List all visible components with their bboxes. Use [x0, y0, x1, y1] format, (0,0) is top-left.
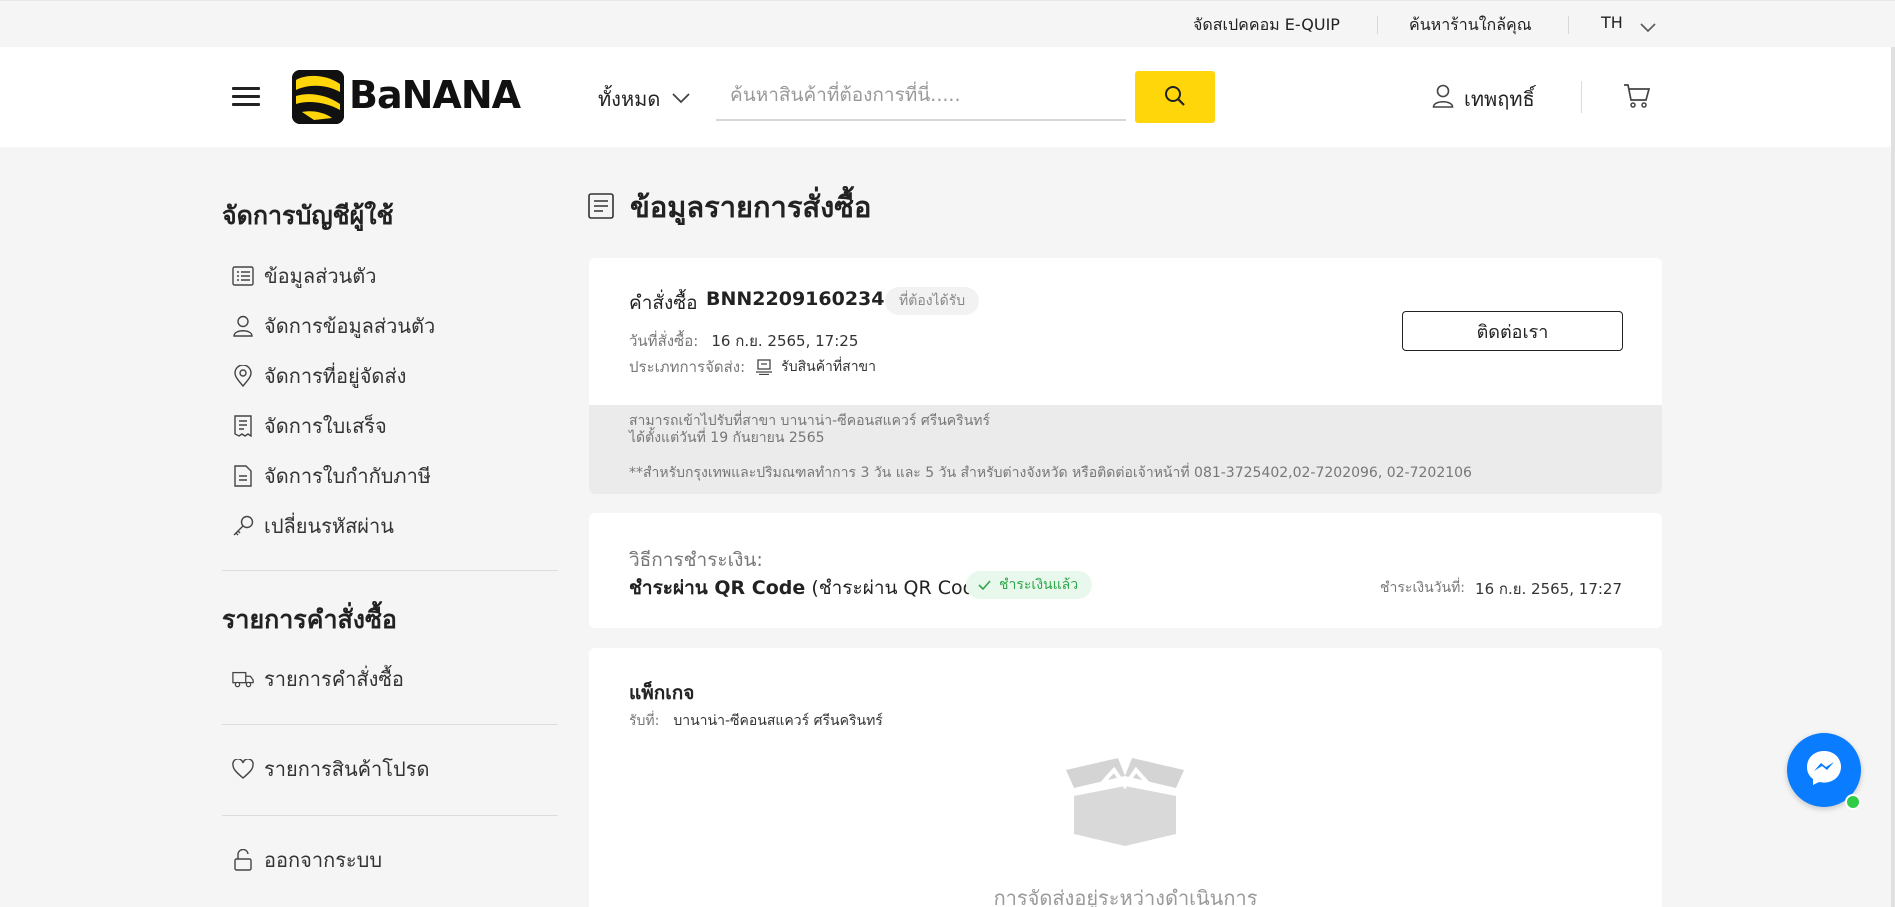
sidebar-item-orders[interactable]: รายการคำสั่งซื้อ: [232, 664, 404, 694]
paid-date-value: 16 ก.ย. 2565, 17:27: [1475, 580, 1622, 598]
key-icon: [232, 515, 254, 537]
messenger-icon: [1804, 748, 1844, 792]
payment-status-badge: ชำระเงินแล้ว: [966, 571, 1093, 599]
sidebar-item-tax-invoice[interactable]: จัดการใบกำกับภาษี: [232, 461, 431, 491]
delivery-status-text: การจัดส่งอยู่ระหว่างดำเนินการ: [993, 886, 1258, 907]
search-input[interactable]: [716, 71, 1126, 121]
logo-wordmark[interactable]: BaNANA: [349, 73, 521, 117]
list-icon: [232, 265, 254, 287]
package-card: แพ็กเกจ รับที่: บานาน่า-ซีคอนสแควร์ ศรีน…: [589, 648, 1662, 907]
sidebar-item-receipts[interactable]: จัดการใบเสร็จ: [232, 411, 387, 441]
sidebar-item-profile[interactable]: ข้อมูลส่วนตัว: [232, 261, 376, 291]
unlock-icon: [232, 849, 254, 871]
notice-line: ได้ตั้งแต่วันที่ 19 กันยายน 2565: [629, 430, 825, 446]
sidebar-item-shipping-address[interactable]: จัดการที่อยู่จัดส่ง: [232, 361, 406, 391]
shipping-type-label: ประเภทการจัดส่ง:: [629, 358, 746, 376]
pickup-label: รับที่:: [629, 713, 660, 729]
delivery-truck-icon: [232, 668, 254, 690]
location-pin-icon: [232, 365, 254, 387]
pickup-notice: สามารถเข้าไปรับที่สาขา บานาน่า-ซีคอนสแคว…: [589, 405, 1662, 494]
search-button[interactable]: [1135, 71, 1215, 123]
equip-link[interactable]: จัดสเปคคอม E-QUIP: [1193, 13, 1340, 38]
find-store-link[interactable]: ค้นหาร้านใกล้คุณ: [1409, 13, 1532, 38]
order-number: BNN2209160234: [706, 288, 885, 310]
divider: [222, 724, 558, 725]
sidebar-item-label: ออกจากระบบ: [264, 848, 383, 872]
paid-date-row: ชำระเงินวันที่: 16 ก.ย. 2565, 17:27: [1380, 577, 1622, 601]
language-selector[interactable]: TH: [1601, 13, 1623, 32]
page-title: ข้อมูลรายการสั่งซื้อ: [630, 190, 872, 224]
account-section-title: จัดการบัญชีผู้ใช้: [222, 201, 394, 230]
chevron-down-icon[interactable]: [1640, 18, 1656, 37]
order-date-label: วันที่สั่งซื้อ:: [629, 332, 699, 350]
chevron-down-icon[interactable]: [672, 89, 690, 108]
divider: [222, 570, 558, 571]
user-icon[interactable]: [1432, 84, 1454, 112]
sidebar-item-wishlist[interactable]: รายการสินค้าโปรด: [232, 754, 429, 784]
open-box-icon: [1062, 756, 1188, 850]
order-label: คำสั่งซื้อ: [629, 292, 698, 314]
sidebar-item-change-password[interactable]: เปลี่ยนรหัสผ่าน: [232, 511, 394, 541]
sidebar-item-label: จัดการใบเสร็จ: [264, 414, 387, 438]
pickup-location-row: รับที่: บานาน่า-ซีคอนสแควร์ ศรีนครินทร์: [629, 710, 883, 732]
package-title: แพ็กเกจ: [629, 682, 695, 704]
main-header: BaNANA ทั้งหมด เทพฤทธิ์: [0, 47, 1895, 147]
search-icon: [1164, 85, 1186, 110]
banana-logo-icon[interactable]: [292, 70, 344, 124]
check-icon: [978, 580, 991, 590]
sidebar-item-label: รายการสินค้าโปรด: [264, 757, 430, 781]
sidebar-item-label: จัดการใบกำกับภาษี: [264, 464, 431, 488]
user-name[interactable]: เทพฤทธิ์: [1464, 83, 1535, 115]
divider: [222, 815, 558, 816]
cart-icon[interactable]: [1623, 83, 1651, 113]
shipping-type-row: ประเภทการจัดส่ง: รับสินค้าที่สาขา: [629, 355, 876, 379]
heart-icon: [232, 758, 254, 780]
store-pickup-icon: [755, 359, 773, 375]
notice-line: สามารถเข้าไปรับที่สาขา บานาน่า-ซีคอนสแคว…: [629, 413, 991, 429]
sidebar-item-label: จัดการข้อมูลส่วนตัว: [264, 314, 436, 338]
sidebar-item-label: ข้อมูลส่วนตัว: [264, 264, 377, 288]
notice-line: **สำหรับกรุงเทพและปริมณฑลทำการ 3 วัน และ…: [629, 465, 1472, 481]
payment-status-text: ชำระเงินแล้ว: [999, 577, 1079, 593]
payment-method-label: วิธีการชำระเงิน:: [629, 549, 763, 571]
document-icon: [232, 465, 254, 487]
top-utility-bar: จัดสเปคคอม E-QUIP ค้นหาร้านใกล้คุณ TH: [0, 0, 1895, 47]
sidebar-item-logout[interactable]: ออกจากระบบ: [232, 845, 382, 875]
order-status-badge: ที่ต้องได้รับ: [885, 287, 980, 315]
pickup-location: บานาน่า-ซีคอนสแควร์ ศรีนครินทร์: [673, 713, 883, 729]
order-date-value: 16 ก.ย. 2565, 17:25: [711, 332, 859, 350]
sidebar-item-edit-profile[interactable]: จัดการข้อมูลส่วนตัว: [232, 311, 435, 341]
payment-method: ชำระผ่าน QR Code (ชำระผ่าน QR Code): [629, 573, 994, 603]
shipping-type-value: รับสินค้าที่สาขา: [781, 359, 876, 375]
divider: [1581, 81, 1582, 113]
payment-method-name: ชำระผ่าน QR Code: [629, 577, 806, 599]
sidebar-item-label: จัดการที่อยู่จัดส่ง: [264, 364, 407, 388]
online-status-indicator: [1845, 794, 1861, 810]
order-document-icon: [588, 193, 614, 223]
sidebar-item-label: รายการคำสั่งซื้อ: [264, 667, 404, 691]
divider: [1568, 16, 1569, 34]
orders-section-title: รายการคำสั่งซื้อ: [222, 605, 397, 634]
receipt-icon: [232, 415, 254, 437]
scrollbar[interactable]: [1891, 47, 1895, 907]
divider: [1377, 16, 1378, 34]
paid-date-label: ชำระเงินวันที่:: [1380, 580, 1466, 596]
user-icon: [232, 315, 254, 337]
sidebar-item-label: เปลี่ยนรหัสผ่าน: [264, 514, 394, 538]
category-select[interactable]: ทั้งหมด: [598, 83, 660, 115]
contact-us-button[interactable]: ติดต่อเรา: [1402, 311, 1623, 351]
order-card: คำสั่งซื้อ BNN2209160234 ที่ต้องได้รับ ว…: [589, 258, 1662, 494]
order-date-row: วันที่สั่งซื้อ: 16 ก.ย. 2565, 17:25: [629, 329, 858, 353]
menu-icon[interactable]: [232, 87, 260, 107]
payment-card: วิธีการชำระเงิน: ชำระผ่าน QR Code (ชำระผ…: [589, 513, 1662, 628]
